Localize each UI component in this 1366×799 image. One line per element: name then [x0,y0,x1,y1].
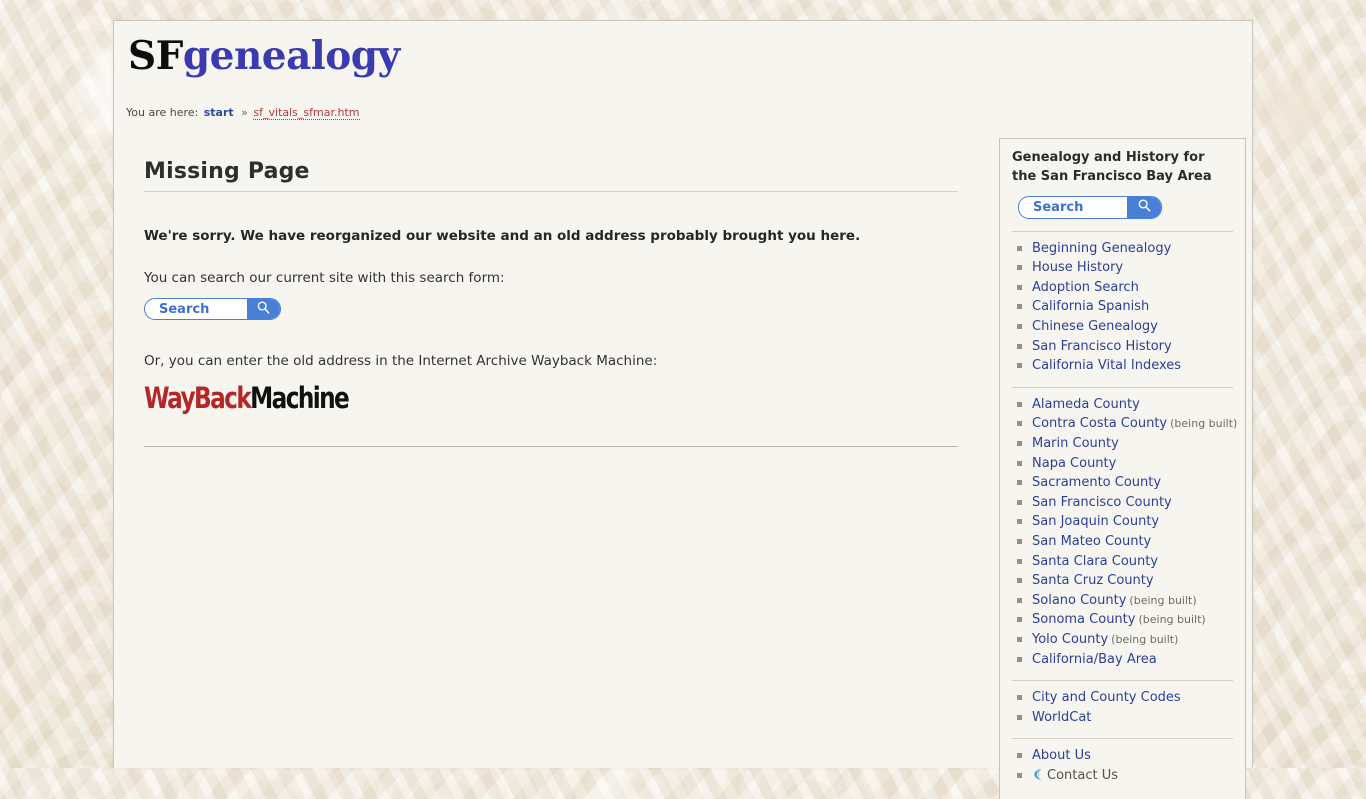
sidebar-title: Genealogy and History for the San Franci… [1012,150,1212,184]
sidebar-link[interactable]: California Vital Indexes [1032,358,1181,373]
breadcrumb-link-start[interactable]: start [204,106,234,119]
sidebar-list-item: Santa Clara County [1012,554,1233,569]
sidebar-list-item: San Mateo County [1012,534,1233,549]
sidebar-link[interactable]: Santa Clara County [1032,554,1158,569]
sidebar-link[interactable]: San Mateo County [1032,534,1151,549]
sidebar-link-note: (being built) [1138,613,1206,627]
search-intro-text: You can search our current site with thi… [144,270,505,287]
sidebar: Genealogy and History for the San Franci… [999,138,1246,799]
sidebar-link[interactable]: City and County Codes [1032,690,1181,705]
sidebar-link[interactable]: Santa Cruz County [1032,573,1154,588]
search-icon [256,300,271,318]
sidebar-link[interactable]: Chinese Genealogy [1032,319,1158,334]
main-content: Missing Page We're sorry. We have reorga… [144,159,958,455]
page-title: Missing Page [144,159,958,192]
search-submit-button[interactable] [247,299,280,319]
wayback-machine-logo[interactable]: WayBackMachine [144,381,350,416]
sidebar-link[interactable]: Contra Costa County [1032,416,1167,431]
breadcrumb-separator: » [241,106,248,119]
search-input[interactable] [145,299,247,319]
sidebar-group-counties: Alameda County Contra Costa County (being … [1012,386,1237,680]
sidebar-list-item: Adoption Search [1012,280,1233,295]
sidebar-list-item: Napa County [1012,456,1233,471]
sidebar-search-submit-button[interactable] [1127,196,1161,218]
sidebar-link[interactable]: Napa County [1032,456,1116,471]
sidebar-list-item: About Us [1012,748,1233,763]
sidebar-link-note: (being built) [1170,417,1238,431]
sidebar-link[interactable]: House History [1032,260,1123,275]
sidebar-list-item: WorldCat [1012,710,1233,725]
breadcrumb-label: You are here: [126,106,199,119]
sidebar-list-item: Marin County [1012,436,1233,451]
contact-ribbon-icon [1032,768,1044,785]
sidebar-group-about: About Us Contact Us [1012,738,1233,798]
sidebar-list-item: Sacramento County [1012,475,1233,490]
sidebar-list-item: City and County Codes [1012,690,1233,705]
sidebar-list-item: California Vital Indexes [1012,358,1233,373]
sidebar-group-resources: City and County Codes WorldCat [1012,680,1233,738]
sidebar-list-item: California/Bay Area [1012,652,1233,667]
apology-message: We're sorry. We have reorganized our web… [144,228,861,244]
sidebar-link[interactable]: Contact Us [1047,768,1118,783]
sidebar-link[interactable]: Marin County [1032,436,1119,451]
sidebar-list-item: California Spanish [1012,299,1233,314]
sidebar-list-item: San Francisco County [1012,495,1233,510]
sidebar-link-note: (being built) [1111,632,1179,646]
sidebar-list-item: Alameda County [1012,397,1233,412]
wayback-logo-machine: Machine [250,381,350,416]
sidebar-link[interactable]: Alameda County [1032,397,1140,412]
sidebar-link[interactable]: San Joaquin County [1032,514,1159,529]
site-search-form[interactable] [144,298,281,320]
wayback-intro-text: Or, you can enter the old address in the… [144,353,658,369]
page-container: SFgenealogy You are here: start » sf_vit… [113,20,1253,799]
logo-suffix: genealogy [182,33,400,79]
sidebar-list-item: Contra Costa County (being built) [1012,416,1237,431]
sidebar-search-input[interactable] [1019,196,1127,218]
sidebar-link[interactable]: San Francisco County [1032,495,1172,510]
site-header: SFgenealogy [114,21,1252,76]
sidebar-list-item: Sonoma County (being built) [1012,612,1233,627]
sidebar-link[interactable]: Sacramento County [1032,475,1161,490]
wayback-logo-wayback: WayBack [144,381,252,416]
logo-prefix: SF [128,33,183,79]
sidebar-link[interactable]: Beginning Genealogy [1032,241,1171,256]
search-icon [1137,198,1152,216]
sidebar-link[interactable]: California/Bay Area [1032,652,1157,667]
sidebar-link[interactable]: Solano County [1032,593,1126,608]
sidebar-list-item: Solano County (being built) [1012,593,1233,608]
sidebar-list-item: Yolo County (being built) [1012,632,1233,647]
sidebar-list-item: Chinese Genealogy [1012,319,1233,334]
sidebar-link[interactable]: Adoption Search [1032,280,1139,295]
sidebar-link[interactable]: About Us [1032,748,1091,763]
sidebar-list-item: Beginning Genealogy [1012,241,1233,256]
sidebar-link[interactable]: San Francisco History [1032,339,1172,354]
sidebar-navigation: Beginning Genealogy House History Adoption… [1012,230,1237,799]
sidebar-list-item: Santa Cruz County [1012,573,1233,588]
breadcrumb: You are here: start » sf_vitals_sfmar.ht… [126,106,360,120]
sidebar-list-item: Contact Us [1012,768,1233,785]
sidebar-link[interactable]: WorldCat [1032,710,1091,725]
site-logo[interactable]: SFgenealogy [128,37,1252,76]
sidebar-search-form[interactable] [1018,195,1162,219]
sidebar-list-item: San Francisco History [1012,339,1233,354]
content-divider [144,446,958,448]
sidebar-link[interactable]: Sonoma County [1032,612,1135,627]
sidebar-group-topics: Beginning Genealogy House History Adoption… [1012,230,1233,387]
sidebar-list-item: San Joaquin County [1012,514,1233,529]
sidebar-search-row [1012,195,1233,219]
breadcrumb-current-page[interactable]: sf_vitals_sfmar.htm [253,106,360,120]
sidebar-link-note: (being built) [1129,593,1197,607]
content-search-row [144,298,958,320]
sidebar-list-item: House History [1012,260,1233,275]
sidebar-link[interactable]: Yolo County [1032,632,1108,647]
sidebar-link[interactable]: California Spanish [1032,299,1149,314]
